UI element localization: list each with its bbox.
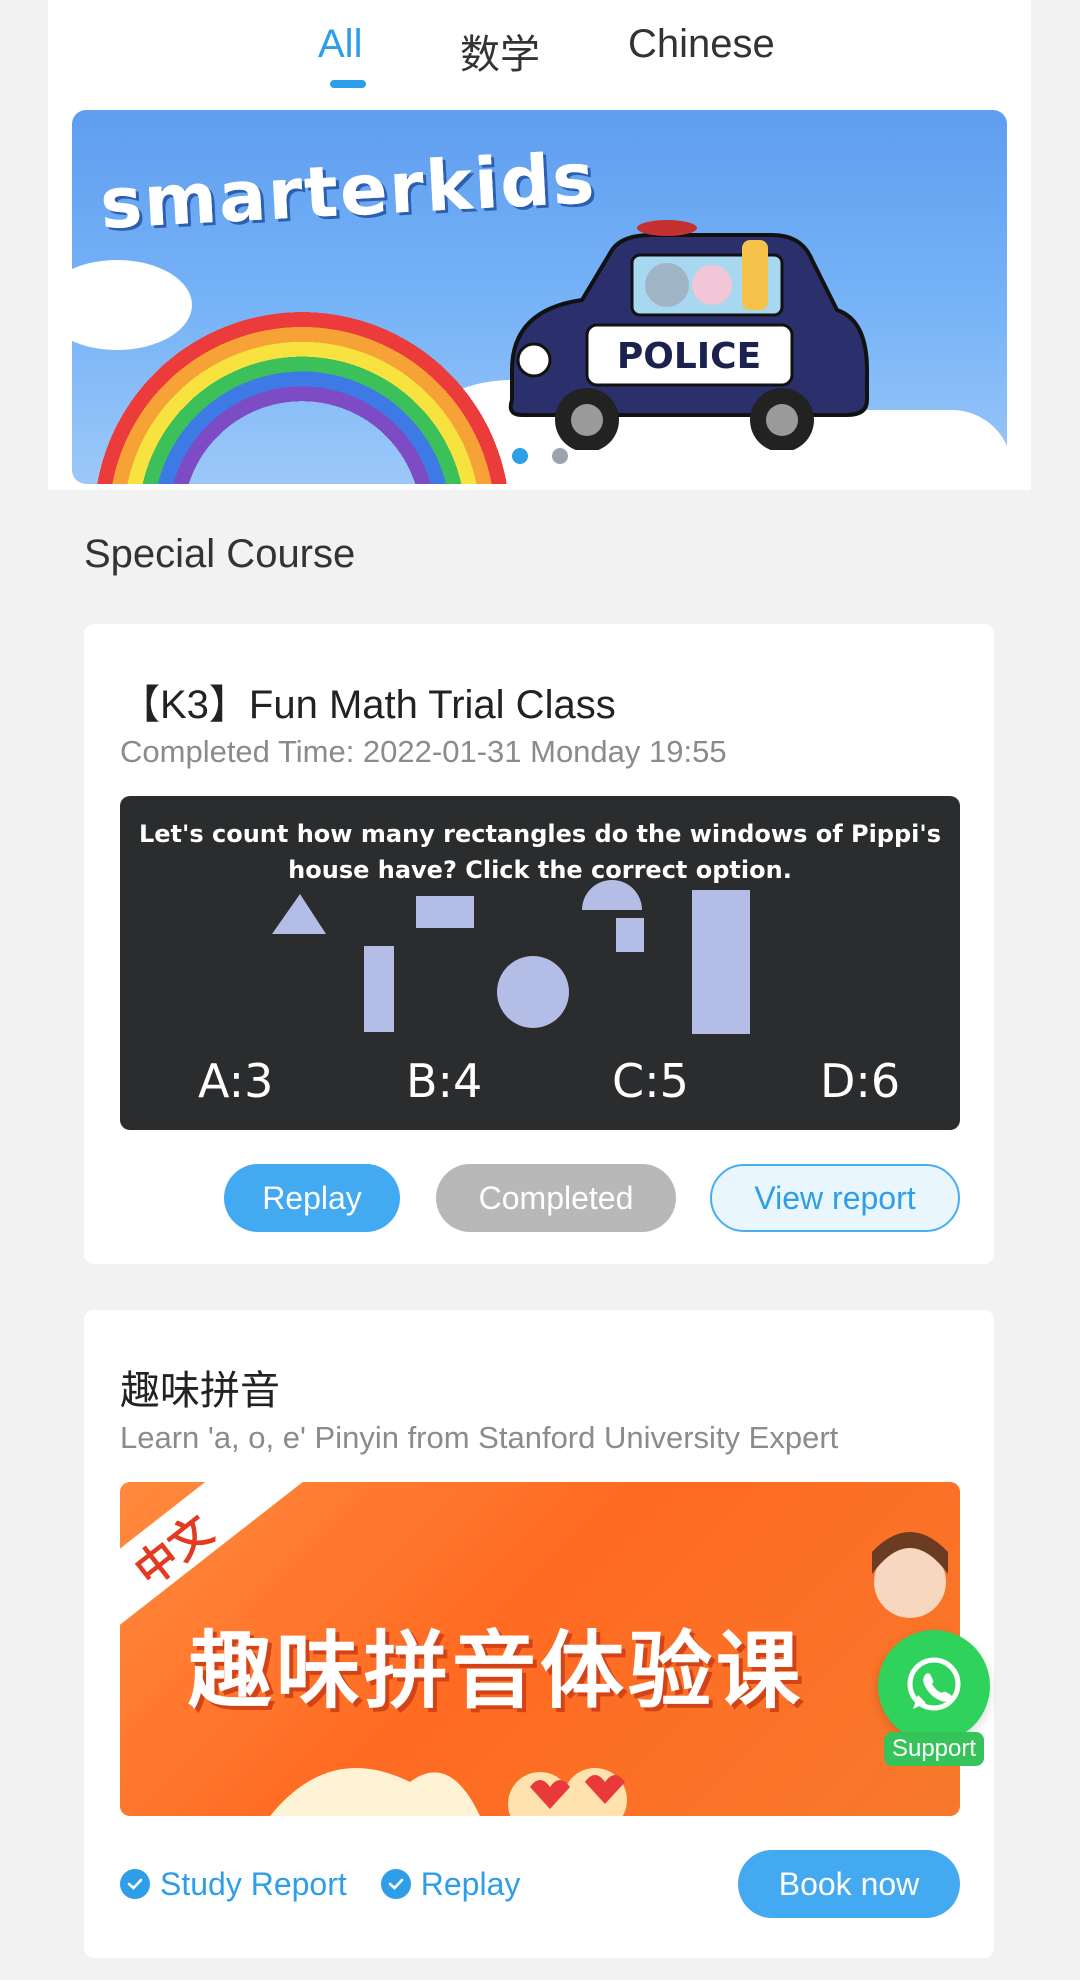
option-c[interactable]: C:5: [612, 1054, 689, 1108]
completed-button[interactable]: Completed: [436, 1164, 676, 1232]
check-circle-icon: [380, 1869, 411, 1899]
banner-pagination: [512, 448, 592, 469]
police-car-illustration: POLICE: [508, 220, 869, 450]
top-panel: All 数学 Chinese smarterkids POLICE: [48, 0, 1031, 490]
course-links: Study Report Replay: [120, 1850, 554, 1918]
promo-decoration: [270, 1532, 948, 1816]
study-report-label: Study Report: [160, 1865, 347, 1902]
svg-text:POLICE: POLICE: [617, 336, 761, 377]
support-label: Support: [884, 1732, 984, 1766]
option-b[interactable]: B:4: [406, 1054, 482, 1108]
course-title: 【K3】Fun Math Trial Class: [120, 683, 616, 727]
pagination-dot[interactable]: [552, 448, 568, 464]
category-tabs: All 数学 Chinese: [48, 0, 1031, 100]
promo-banner[interactable]: smarterkids POLICE: [72, 110, 1007, 484]
course-card-pinyin[interactable]: 趣味拼音 Learn 'a, o, e' Pinyin from Stanfor…: [84, 1310, 994, 1958]
tab-math[interactable]: 数学: [460, 22, 540, 80]
book-now-button[interactable]: Book now: [738, 1850, 960, 1918]
study-report-link[interactable]: Study Report: [120, 1866, 347, 1903]
pinyin-promo-image[interactable]: 中文 趣味拼音体验课: [120, 1482, 960, 1816]
whatsapp-icon: [878, 1630, 990, 1742]
lesson-preview-image[interactable]: Let's count how many rectangles do the w…: [120, 796, 960, 1130]
check-circle-icon: [120, 1869, 150, 1899]
course-title: 趣味拼音: [120, 1369, 280, 1413]
replay-link[interactable]: Replay: [380, 1865, 521, 1903]
course-card-math[interactable]: 【K3】Fun Math Trial Class Completed Time:…: [84, 624, 994, 1264]
option-d[interactable]: D:6: [820, 1054, 900, 1108]
pagination-dot-active[interactable]: [512, 448, 528, 464]
tab-chinese[interactable]: Chinese: [628, 22, 775, 67]
replay-button[interactable]: Replay: [224, 1164, 400, 1232]
view-report-button[interactable]: View report: [710, 1164, 960, 1232]
cloud-decoration: [72, 260, 192, 350]
tab-all[interactable]: All: [318, 22, 362, 67]
completed-time: Completed Time: 2022-01-31 Monday 19:55: [120, 734, 727, 769]
section-title: Special Course: [84, 532, 356, 576]
option-a[interactable]: A:3: [198, 1054, 273, 1108]
course-description: Learn 'a, o, e' Pinyin from Stanford Uni…: [120, 1420, 839, 1455]
active-tab-indicator: [330, 80, 366, 88]
replay-label: Replay: [420, 1865, 521, 1902]
support-button[interactable]: Support: [876, 1630, 992, 1770]
